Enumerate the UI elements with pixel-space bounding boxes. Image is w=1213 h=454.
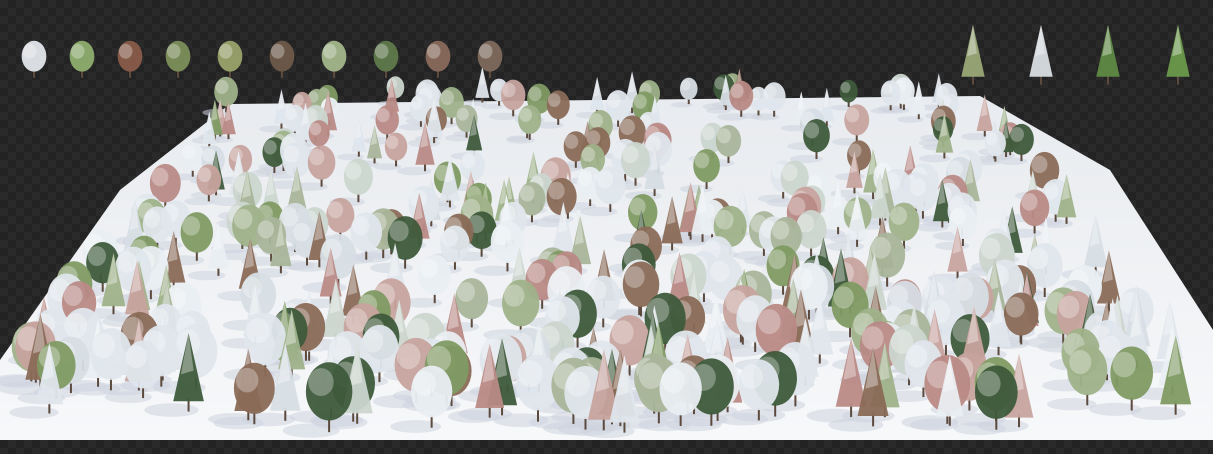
conifer-tree [1166,24,1190,85]
tree-shadow [397,166,432,176]
conifer-tree [1029,24,1053,85]
broadleaf-tree [321,40,347,78]
tree-shadow [506,136,536,144]
tree-shadow [447,410,500,423]
tree-shadow [679,184,713,194]
tree-shadow [638,418,691,432]
tree-shadow [953,421,1007,436]
sample-row-left [21,40,503,78]
tree-shadow [213,416,264,430]
tree-shadow [187,270,226,281]
render-viewport [0,0,1213,454]
tree-shadow [390,420,442,433]
tree-shadow [488,112,519,121]
broadleaf-tree [217,40,243,78]
broadleaf-tree [373,40,399,78]
tree-shadow [935,241,970,251]
tree-shadow [717,113,747,121]
conifer-tree [589,76,605,115]
tree-shadow [373,163,402,171]
tree-shadow [918,154,951,163]
broadleaf-tree [69,40,95,78]
tree-shadow [751,113,780,121]
tree-shadow [473,265,516,276]
sample-row-right [961,24,1190,85]
broadleaf-tree [425,40,451,78]
tree-shadow [9,406,59,419]
broadleaf-tree [117,40,143,78]
tree-shadow [1047,398,1097,411]
tree-shadow [399,123,426,131]
conifer-tree [1096,24,1120,85]
tree-shadow [1130,406,1186,421]
tree-shadow [282,423,340,438]
tree-shadow [444,134,472,142]
broadleaf-tree [21,40,47,78]
tree-shadow [996,157,1028,166]
tree-shadow [915,223,949,232]
broadleaf-tree [269,40,295,78]
tree-shadow [104,391,152,404]
forest-render [0,24,1213,440]
conifer-tree [475,66,490,103]
broadleaf-tree [165,40,191,78]
tree-shadow [909,418,959,431]
tree-shadow [144,403,199,417]
tree-shadow [580,424,635,438]
tree-shadow [828,418,884,432]
conifer-tree [961,24,985,85]
tree-shadow [579,206,618,217]
